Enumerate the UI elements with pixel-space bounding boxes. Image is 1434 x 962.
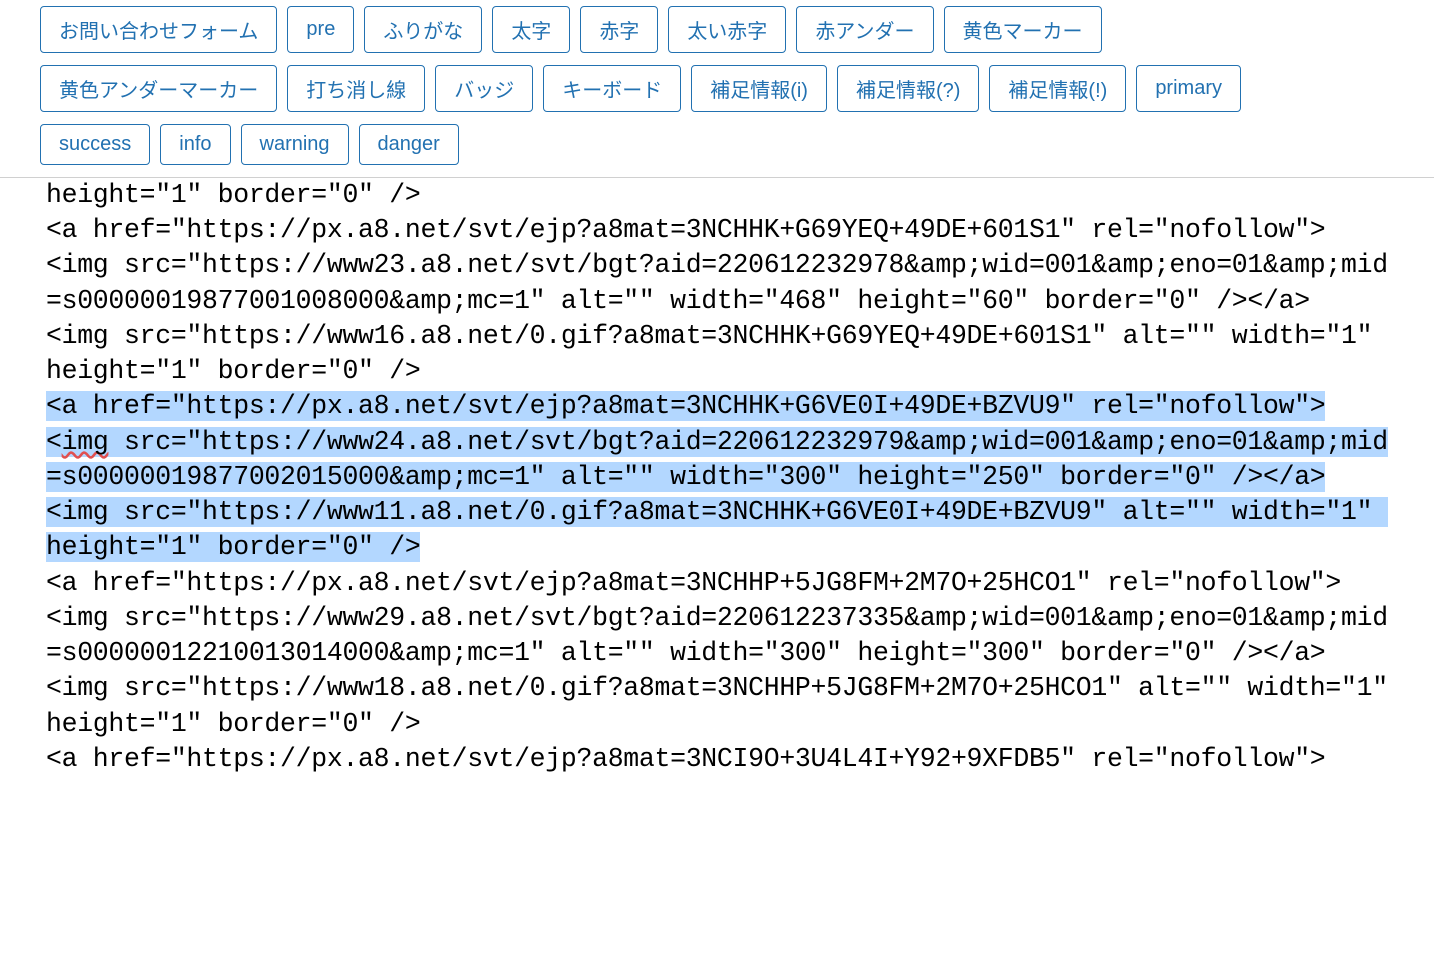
btn-supplement-q[interactable]: 補足情報(?) xyxy=(837,65,979,112)
btn-yellow-under-marker[interactable]: 黄色アンダーマーカー xyxy=(40,65,277,112)
btn-supplement-ex[interactable]: 補足情報(!) xyxy=(989,65,1126,112)
btn-strikethrough[interactable]: 打ち消し線 xyxy=(287,65,425,112)
btn-red-underline[interactable]: 赤アンダー xyxy=(796,6,933,53)
editor-toolbar: お問い合わせフォーム pre ふりがな 太字 赤字 太い赤字 赤アンダー 黄色マ… xyxy=(0,0,1434,178)
btn-bold[interactable]: 太字 xyxy=(492,6,570,53)
btn-badge[interactable]: バッジ xyxy=(435,65,533,112)
btn-furigana[interactable]: ふりがな xyxy=(364,6,482,53)
btn-bold-red[interactable]: 太い赤字 xyxy=(668,6,786,53)
btn-danger[interactable]: danger xyxy=(359,124,459,165)
btn-supplement-i[interactable]: 補足情報(i) xyxy=(691,65,827,112)
btn-pre[interactable]: pre xyxy=(287,6,354,53)
code-line[interactable]: height="1" border="0" /> xyxy=(46,178,1394,213)
toolbar-row-1: お問い合わせフォーム pre ふりがな 太字 赤字 太い赤字 赤アンダー 黄色マ… xyxy=(40,6,1394,53)
code-line[interactable]: <a href="https://px.a8.net/svt/ejp?a8mat… xyxy=(46,213,1394,248)
code-line[interactable]: <img src="https://www23.a8.net/svt/bgt?a… xyxy=(46,248,1394,318)
code-line[interactable]: <a href="https://px.a8.net/svt/ejp?a8mat… xyxy=(46,566,1394,601)
btn-success[interactable]: success xyxy=(40,124,150,165)
code-line[interactable]: <a href="https://px.a8.net/svt/ejp?a8mat… xyxy=(46,389,1394,424)
toolbar-row-2: 黄色アンダーマーカー 打ち消し線 バッジ キーボード 補足情報(i) 補足情報(… xyxy=(40,65,1394,112)
btn-yellow-marker[interactable]: 黄色マーカー xyxy=(944,6,1102,53)
code-line[interactable]: <img src="https://www29.a8.net/svt/bgt?a… xyxy=(46,601,1394,671)
code-line[interactable]: <a href="https://px.a8.net/svt/ejp?a8mat… xyxy=(46,742,1394,777)
btn-primary[interactable]: primary xyxy=(1136,65,1241,112)
code-editor[interactable]: height="1" border="0" /><a href="https:/… xyxy=(0,178,1434,817)
btn-info[interactable]: info xyxy=(160,124,230,165)
btn-warning[interactable]: warning xyxy=(241,124,349,165)
code-line[interactable]: <img src="https://www11.a8.net/0.gif?a8m… xyxy=(46,495,1394,565)
btn-contact-form[interactable]: お問い合わせフォーム xyxy=(40,6,277,53)
btn-keyboard[interactable]: キーボード xyxy=(543,65,681,112)
toolbar-row-3: success info warning danger xyxy=(40,124,1394,165)
btn-red[interactable]: 赤字 xyxy=(580,6,658,53)
code-line[interactable]: <img src="https://www18.a8.net/0.gif?a8m… xyxy=(46,671,1394,741)
code-line[interactable]: <img src="https://www16.a8.net/0.gif?a8m… xyxy=(46,319,1394,389)
code-line[interactable]: <img src="https://www24.a8.net/svt/bgt?a… xyxy=(46,425,1394,495)
